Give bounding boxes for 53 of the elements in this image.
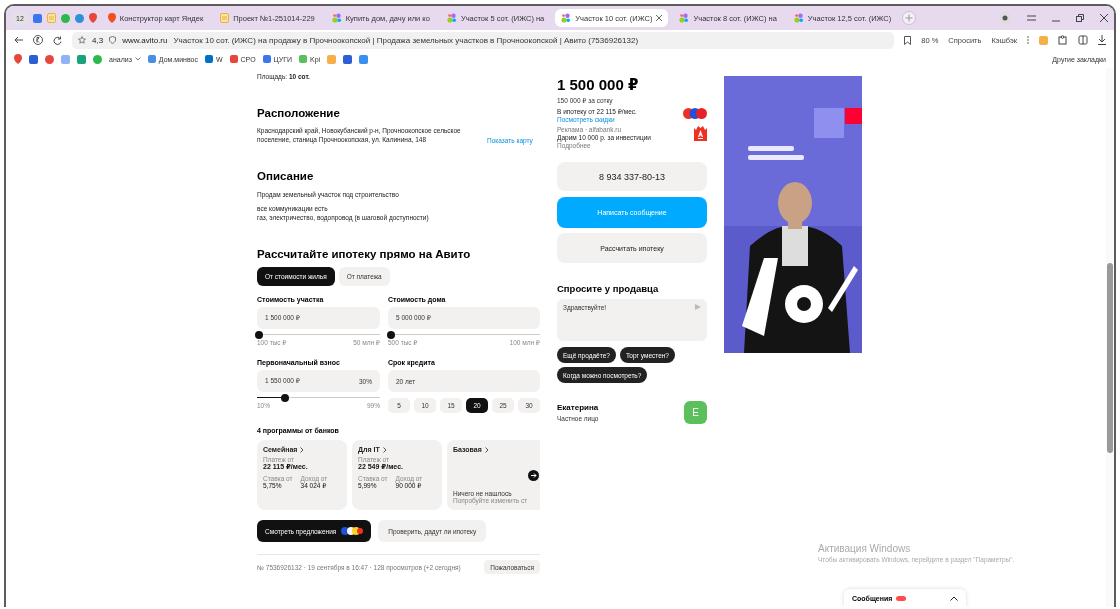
back-icon[interactable] [14, 36, 23, 44]
menu-icon[interactable] [1027, 15, 1036, 21]
site-rating: 4,3 [92, 35, 104, 45]
dots-icon [679, 13, 690, 23]
scrollbar-thumb[interactable] [1107, 263, 1113, 453]
chevron-icon [382, 447, 387, 454]
chevron-down-icon[interactable] [134, 57, 141, 61]
dots-icon [793, 13, 804, 23]
bank-logos-icon [683, 108, 707, 119]
puzzle-icon[interactable] [1058, 35, 1068, 45]
app-icon[interactable] [32, 13, 42, 23]
chevron-up-icon[interactable] [950, 595, 958, 601]
download-icon[interactable] [1098, 35, 1106, 45]
phone-button[interactable]: 8 934 337-80-13 [557, 162, 707, 191]
page-title: Участок 10 сот. (ИЖС) на продажу в Прочноокопской | Продажа земельных участков в Прочноокопской | Авито (7536926132) [173, 35, 639, 45]
document-icon [46, 13, 56, 23]
bookmark-icon[interactable] [904, 35, 912, 45]
shield-icon [109, 36, 117, 44]
close-icon[interactable] [656, 15, 663, 21]
site-domain[interactable]: www.avito.ru [122, 35, 168, 45]
activation-title: Активация Windows [818, 543, 912, 554]
next-arrow-icon[interactable] [528, 470, 539, 481]
star-icon[interactable] [78, 36, 86, 44]
collections-icon[interactable] [1078, 35, 1088, 45]
site-icon[interactable] [147, 55, 156, 63]
site-icon[interactable] [262, 55, 271, 63]
seller-name[interactable]: Екатерина [557, 403, 599, 412]
site-icon[interactable] [299, 55, 308, 63]
close-icon[interactable] [1100, 14, 1108, 22]
dots-icon [446, 13, 457, 23]
chevron-icon [300, 447, 305, 454]
section-title: Рассчитайте ипотеку прямо на Авито [257, 248, 472, 260]
ask-seller-title: Спросите у продавца [557, 283, 660, 294]
chevron-icon [484, 447, 489, 454]
section-title: Расположение [257, 107, 341, 119]
site-icon[interactable] [204, 55, 213, 63]
price: 1 500 000 ₽ [557, 76, 640, 94]
bank-logo-icon [694, 126, 707, 141]
bank-logos-icon [341, 527, 364, 535]
map-pin-icon[interactable] [107, 13, 116, 23]
dots-icon [561, 13, 572, 23]
site-icon[interactable] [229, 55, 238, 63]
slider-thumb[interactable] [281, 393, 290, 402]
slider-thumb[interactable] [387, 330, 396, 339]
reload-icon[interactable] [53, 35, 62, 45]
section-title: Описание [257, 170, 315, 182]
slider-thumb[interactable] [255, 330, 264, 339]
document-icon [220, 13, 230, 23]
unread-badge [896, 595, 907, 601]
restore-icon[interactable] [1076, 14, 1084, 22]
map-pin-icon[interactable] [14, 54, 22, 64]
map-pin-icon[interactable] [88, 13, 97, 23]
dots-icon [331, 13, 342, 23]
